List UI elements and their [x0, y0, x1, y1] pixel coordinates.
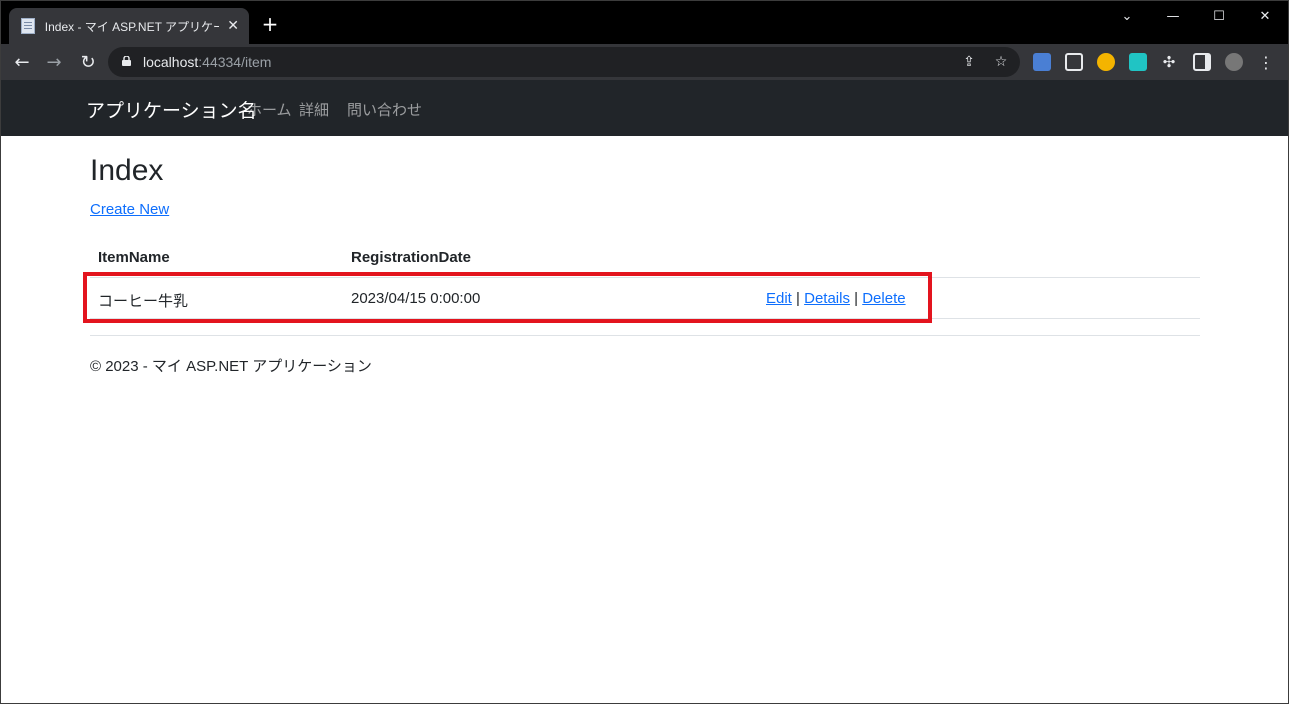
back-arrow-icon[interactable]: ←	[10, 50, 34, 74]
browser-tab[interactable]: Index - マイ ASP.NET アプリケーション ✕	[9, 8, 249, 44]
nav-link-contact[interactable]: 問い合わせ	[347, 99, 422, 120]
share-icon[interactable]: ⇪	[960, 53, 978, 71]
column-header-itemname: ItemName	[98, 249, 170, 266]
page-favicon-icon	[21, 18, 35, 34]
new-tab-button[interactable]: +	[260, 14, 280, 34]
lock-icon	[122, 56, 131, 66]
nav-link-details[interactable]: 詳細	[299, 99, 329, 120]
profile-avatar[interactable]	[1225, 53, 1243, 71]
menu-kebab-icon[interactable]: ⋮	[1254, 50, 1278, 74]
address-bar[interactable]: localhost:44334/item ⇪ ☆	[108, 47, 1020, 77]
tab-close-icon[interactable]: ✕	[225, 18, 241, 34]
extensions-puzzle-icon[interactable]: ✣	[1157, 50, 1181, 74]
browser-toolbar: ← → ↻ localhost:44334/item ⇪ ☆ ✣ ⋮	[0, 44, 1289, 80]
reload-icon[interactable]: ↻	[76, 50, 100, 74]
maximize-button[interactable]: ☐	[1196, 0, 1242, 32]
color-extension-icon[interactable]	[1097, 53, 1115, 71]
row-highlight-box	[83, 272, 932, 323]
url-text: localhost:44334/item	[143, 54, 271, 70]
app-brand-link[interactable]: アプリケーション名	[86, 96, 257, 123]
column-header-registrationdate: RegistrationDate	[351, 249, 472, 266]
browser-tab-strip: Index - マイ ASP.NET アプリケーション ✕ + ⌄ — ☐ ✕	[0, 0, 1289, 44]
chat-extension-icon[interactable]	[1129, 53, 1147, 71]
media-extension-icon[interactable]	[1065, 53, 1083, 71]
tab-title: Index - マイ ASP.NET アプリケーション	[44, 19, 220, 34]
minimize-button[interactable]: —	[1150, 0, 1196, 32]
translate-extension-icon[interactable]	[1033, 53, 1051, 71]
side-panel-icon[interactable]	[1193, 53, 1211, 71]
url-host: localhost	[143, 54, 199, 70]
close-window-button[interactable]: ✕	[1242, 0, 1288, 32]
create-new-link[interactable]: Create New	[90, 201, 169, 218]
forward-arrow-icon[interactable]: →	[42, 50, 66, 74]
url-path: :44334/item	[198, 54, 272, 70]
app-navbar: アプリケーション名 ホーム 詳細 問い合わせ	[0, 80, 1289, 136]
tab-search-icon[interactable]: ⌄	[1104, 0, 1150, 32]
footer-divider	[90, 335, 1200, 336]
nav-link-home[interactable]: ホーム	[247, 99, 292, 120]
bookmark-star-icon[interactable]: ☆	[992, 53, 1010, 71]
page-title: Index	[90, 154, 164, 187]
footer-text: © 2023 - マイ ASP.NET アプリケーション	[90, 358, 372, 375]
